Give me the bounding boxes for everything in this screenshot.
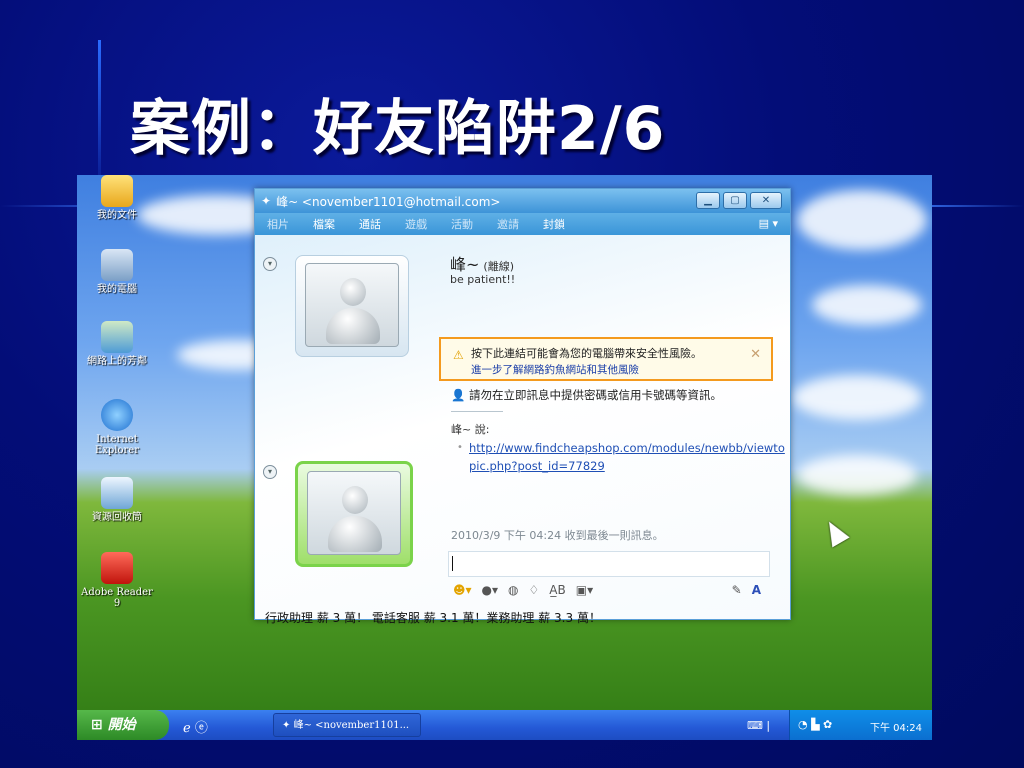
contact-personal-message: be patient!! <box>450 273 516 286</box>
taskbar-window-label: 峰~ <november1101... <box>293 720 410 731</box>
clock: 下午 04:24 <box>870 723 922 734</box>
taskbar: ⊞ 開始 ℯ ⓔ ✦ 峰~ <november1101... ⌨ | ◔ ▙ ✿… <box>77 710 932 740</box>
cloud <box>797 455 917 495</box>
person-icon: 👤 <box>451 388 466 402</box>
desktop-icon-label: 資源回收筒 <box>92 512 142 523</box>
desktop-icon-label: 網路上的芳鄰 <box>87 356 147 367</box>
menu-bar: 相片 檔案 通話 遊戲 活動 邀請 封鎖 ▤ ▾ <box>255 213 790 235</box>
tray-icons[interactable]: ◔ ▙ ✿ <box>798 718 832 731</box>
self-avatar[interactable] <box>295 461 413 567</box>
desktop-icon-my-documents[interactable]: 我的文件 <box>79 175 155 221</box>
messenger-chat-window: ✦ 峰~ <november1101@hotmail.com> ▁ ▢ ✕ 相片… <box>254 188 791 625</box>
menu-games[interactable]: 遊戲 <box>405 216 427 232</box>
sender-line: 峰~ 說: <box>451 423 490 436</box>
handwriting-icon[interactable]: ✎ <box>732 583 742 597</box>
desktop-icon-recycle-bin[interactable]: 資源回收筒 <box>79 477 155 523</box>
last-message-timestamp: 2010/3/9 下午 04:24 收到最後一則訊息。 <box>451 529 664 542</box>
menu-invite[interactable]: 邀請 <box>497 216 519 232</box>
computer-icon <box>101 249 133 281</box>
messenger-icon: ✦ <box>261 194 272 208</box>
keyboard-icon[interactable]: ⌨ | <box>747 719 770 732</box>
emoticon-icon[interactable]: ☻▾ <box>453 583 472 597</box>
contact-status: (離線) <box>483 260 515 273</box>
chat-body: ▾ 峰~ (離線) be patient!! ⚠ 按下此連結可能會為您的電腦帶來安… <box>255 235 791 625</box>
cloud <box>792 375 922 420</box>
windows-logo-icon: ⊞ <box>91 717 103 733</box>
desktop-icon-label: Internet Explorer <box>94 434 140 456</box>
warning-text: 按下此連結可能會為您的電腦帶來安全性風險。 <box>471 347 702 360</box>
contact-name: 峰~ <box>450 255 480 274</box>
quick-launch: ℯ ⓔ <box>183 717 208 736</box>
slide-title: 案例：好友陷阱2/6 <box>130 94 666 164</box>
adobe-reader-icon <box>101 552 133 584</box>
desktop-icon-label: Adobe Reader 9 <box>81 587 153 609</box>
font-icon[interactable]: A <box>752 583 761 597</box>
security-warning-box: ⚠ 按下此連結可能會為您的電腦帶來安全性風險。 進一步了解網路釣魚網站和其他風險… <box>439 337 773 381</box>
menu-block[interactable]: 封鎖 <box>543 216 565 232</box>
maximize-button[interactable]: ▢ <box>723 192 747 209</box>
close-button[interactable]: ✕ <box>750 192 782 209</box>
message-input[interactable] <box>448 551 770 577</box>
nudge-icon[interactable]: ♢ <box>529 583 540 597</box>
wink-icon[interactable]: ●▾ <box>482 583 499 597</box>
folder-icon <box>101 175 133 207</box>
desktop-icon-internet-explorer[interactable]: Internet Explorer <box>79 399 155 456</box>
cloud <box>797 190 927 250</box>
safety-note-text: 請勿在立即訊息中提供密碼或信用卡號碼等資訊。 <box>468 388 722 402</box>
network-icon <box>101 321 133 353</box>
window-titlebar[interactable]: ✦ 峰~ <november1101@hotmail.com> ▁ ▢ ✕ <box>255 189 790 213</box>
desktop-icon-my-computer[interactable]: 我的電腦 <box>79 249 155 295</box>
menu-photos[interactable]: 相片 <box>267 216 289 232</box>
start-button[interactable]: ⊞ 開始 <box>77 710 169 740</box>
avatar-picture <box>307 471 401 555</box>
warning-icon: ⚠ <box>453 348 464 362</box>
mouse-cursor-icon <box>820 516 850 548</box>
desktop-icon-label: 我的文件 <box>97 210 137 221</box>
spell-check-icon[interactable]: A̲B <box>549 583 565 597</box>
desktop-icon-network[interactable]: 網路上的芳鄰 <box>79 321 155 367</box>
contact-avatar[interactable] <box>295 255 409 357</box>
background-icon[interactable]: ▣▾ <box>576 583 593 597</box>
desktop-icon-label: 我的電腦 <box>97 284 137 295</box>
warning-close-icon[interactable]: ✕ <box>750 347 761 362</box>
recycle-bin-icon <box>101 477 133 509</box>
menu-activities[interactable]: 活動 <box>451 216 473 232</box>
avatar-body <box>328 516 382 552</box>
divider <box>451 411 503 412</box>
voice-clip-icon[interactable]: ◍ <box>508 583 518 597</box>
phishing-link[interactable]: http://www.findcheapshop.com/modules/new… <box>469 439 791 475</box>
advertisement-text[interactable]: 行政助理 薪 3 萬！ 電話客服 薪 3.1 萬！業務助理 薪 3.3 萬！ <box>265 609 601 626</box>
ie-quick-launch-icon[interactable]: ℯ <box>183 721 191 736</box>
avatar-picture <box>305 263 399 347</box>
desktop-screenshot: 我的文件 我的電腦 網路上的芳鄰 Internet Explorer 資源回收筒… <box>77 175 932 740</box>
avatar-head <box>342 486 368 514</box>
message-toolbar: ☻▾ ●▾ ◍ ♢ A̲B ▣▾ ✎ A <box>453 579 771 601</box>
contact-name-line: 峰~ (離線) <box>450 251 514 275</box>
window-title: 峰~ <november1101@hotmail.com> <box>276 194 501 209</box>
warning-learn-more-link[interactable]: 進一步了解網路釣魚網站和其他風險 <box>471 362 639 377</box>
cloud <box>812 285 922 325</box>
minimize-button[interactable]: ▁ <box>696 192 720 209</box>
expand-icon[interactable]: ▾ <box>263 257 277 271</box>
browser-quick-launch-icon[interactable]: ⓔ <box>195 721 208 736</box>
taskbar-window-button[interactable]: ✦ 峰~ <november1101... <box>273 713 421 737</box>
messenger-icon: ✦ <box>282 720 291 731</box>
expand-icon[interactable]: ▾ <box>263 465 277 479</box>
tools-menu-icon[interactable]: ▤ ▾ <box>759 217 778 230</box>
menu-files[interactable]: 檔案 <box>313 216 335 232</box>
avatar-body <box>326 308 380 344</box>
window-controls: ▁ ▢ ✕ <box>696 192 782 209</box>
start-label: 開始 <box>107 717 136 733</box>
safety-note: 👤 請勿在立即訊息中提供密碼或信用卡號碼等資訊。 <box>451 387 722 403</box>
system-tray: ◔ ▙ ✿ 下午 04:24 <box>789 710 932 740</box>
desktop-icon-adobe-reader[interactable]: Adobe Reader 9 <box>79 552 155 609</box>
internet-explorer-icon <box>101 399 133 431</box>
menu-call[interactable]: 通話 <box>359 216 381 232</box>
text-caret <box>452 556 453 571</box>
bullet-icon: • <box>457 442 463 453</box>
avatar-head <box>340 278 366 306</box>
